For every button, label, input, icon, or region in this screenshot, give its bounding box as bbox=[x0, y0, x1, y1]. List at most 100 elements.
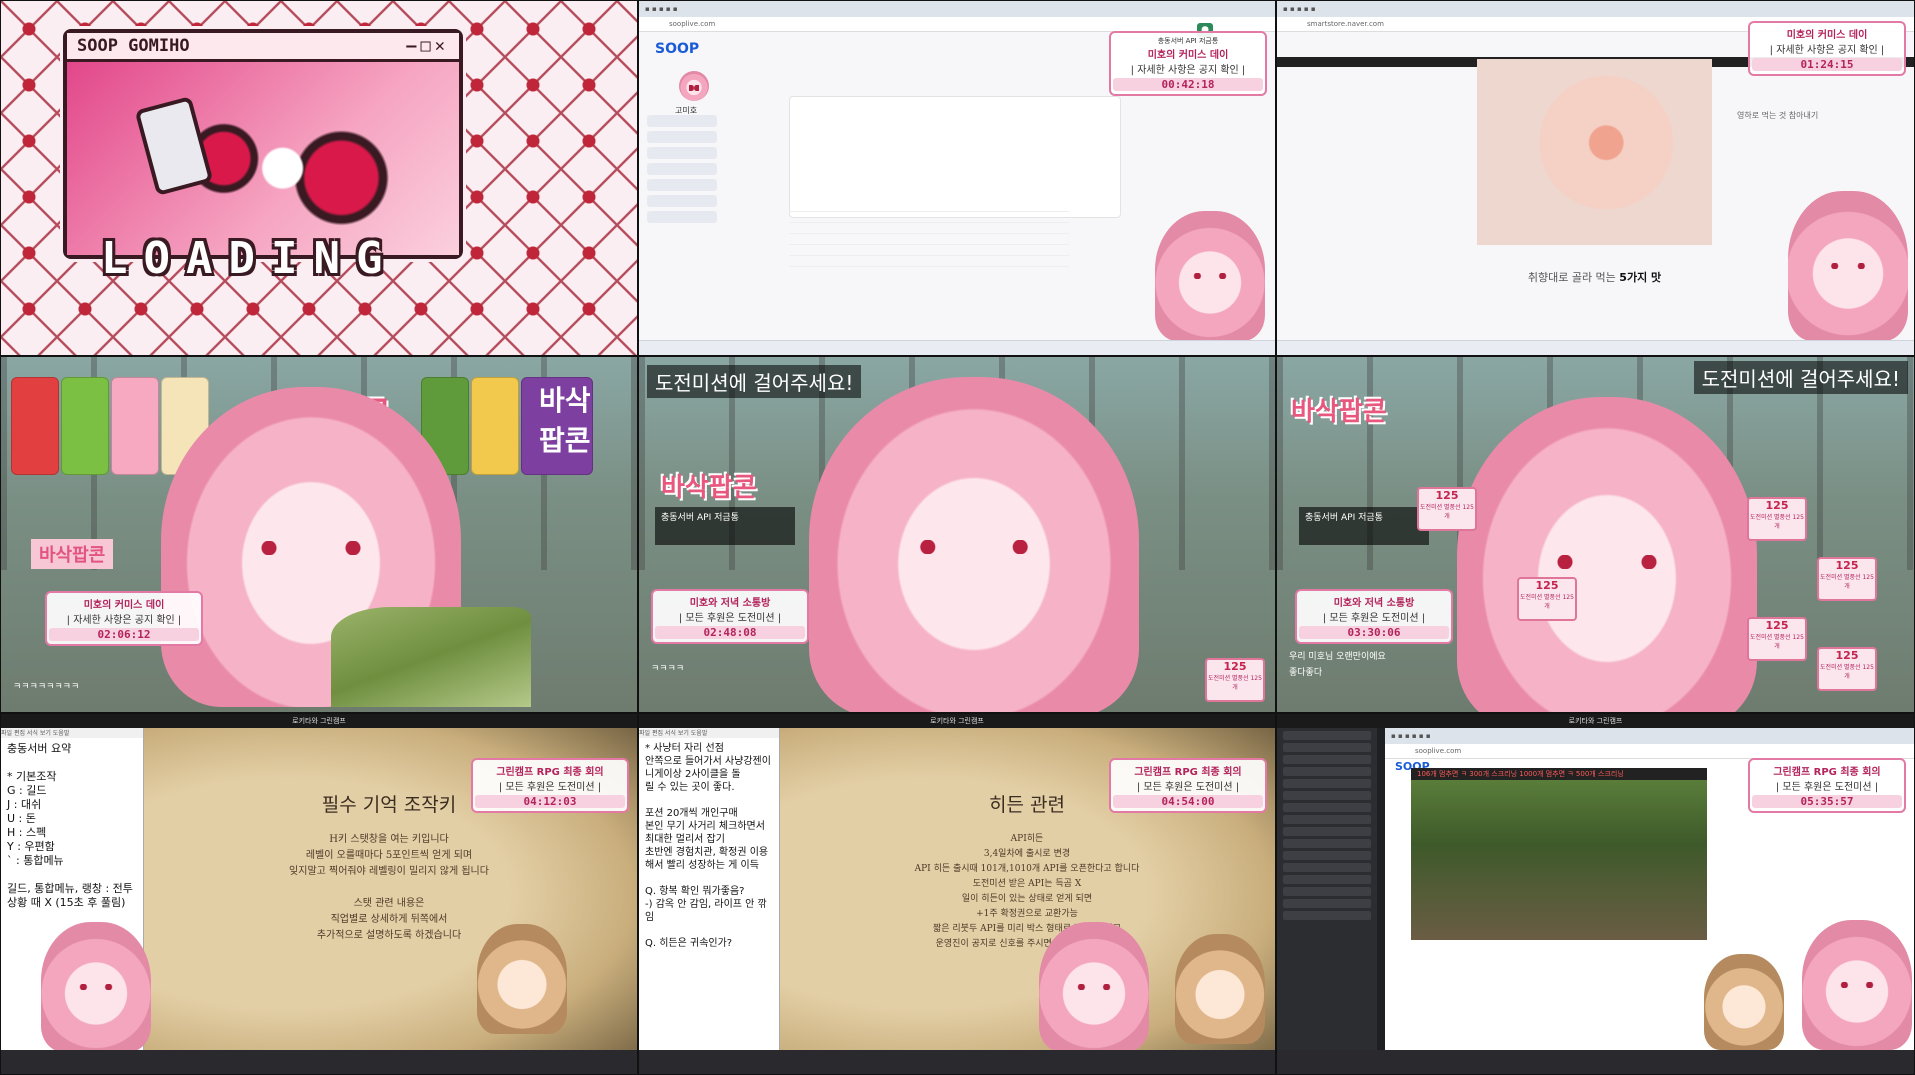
notepad-menu[interactable]: 파일 편집 서식 보기 도움말 bbox=[639, 728, 779, 738]
stream-hud: 미호의 커미스 데이 | 자세한 사항은 공지 확인 | 01:24:15 bbox=[1748, 21, 1906, 76]
savings-label: 충동서버 API 저금통 bbox=[1157, 37, 1219, 45]
chat-message: 우리 미호님 오랜만이에요 bbox=[1289, 652, 1386, 662]
parchment-line: 도전미션 받은 API는 득곰 X bbox=[972, 879, 1082, 889]
hud-title: 미호와 저녁 소통방 bbox=[689, 598, 771, 609]
mission-banner: 도전미션에 걸어주세요! bbox=[1693, 361, 1908, 394]
snack-brand: 바삭 팝콘 bbox=[539, 384, 591, 457]
parchment-line: 스탯 관련 내용은 bbox=[353, 898, 425, 909]
hud-timer: 01:24:15 bbox=[1752, 58, 1902, 71]
parchment-line: 레벨이 오를때마다 5포인트씩 얻게 되며 bbox=[305, 850, 473, 861]
tile-snack-stream: 바삭팝콘 바삭 팝콘 바삭팝콘 미호의 커미스 데이 | 자세한 사항은 공지 … bbox=[0, 356, 638, 713]
hud-timer: 04:12:03 bbox=[475, 795, 625, 808]
stream-hud: 충동서버 API 저금통 미호의 커미스 데이 | 자세한 사항은 공지 확인 … bbox=[1109, 31, 1267, 96]
hud-subtitle: | 모든 후원은 도전미션 | bbox=[498, 782, 602, 793]
parchment-body: API히든 3,4일차에 출시로 변경 API 히든 출시때 101개,1010개 … bbox=[639, 832, 1275, 952]
hud-title: 그린캠프 RPG 최종 회의 bbox=[1773, 767, 1881, 778]
os-taskbar[interactable] bbox=[1, 1050, 637, 1074]
post-card bbox=[789, 96, 1121, 218]
window-controls-icon: —□✕ bbox=[406, 36, 449, 56]
browser-tabs[interactable]: ▪ ▪ ▪ ▪ ▪ bbox=[639, 1, 1275, 17]
address-bar[interactable]: sooplive.com bbox=[1385, 744, 1914, 759]
phone-icon bbox=[134, 95, 214, 197]
parchment-line: 잊지말고 찍어줘야 레벨링이 밀리지 않게 됩니다 bbox=[289, 866, 489, 877]
stream-hud: 미호와 저녁 소통방 | 모든 후원은 도전미션 | 03:30:06 bbox=[1295, 589, 1453, 644]
gift-card: 125 도전미션 별풍선 125개 bbox=[1517, 577, 1577, 621]
gift-card: 125 도전미션 별풍선 125개 bbox=[1747, 617, 1807, 661]
tile-soop-page: ▪ ▪ ▪ ▪ ▪ sooplive.com SOOP 고미호 ● 충동서버 A… bbox=[638, 0, 1276, 356]
video-collage: SOOP GOMIHO —□✕ LOADING ▪ ▪ ▪ ▪ ▪ soopli… bbox=[0, 0, 1915, 1075]
parchment-line: 짧은 리붓두 API를 미리 박스 형태로 받을 수 있고 bbox=[932, 924, 1122, 934]
hud-title: 미호의 커미스 데이 bbox=[1147, 50, 1229, 61]
stream-hud: 미호와 저녁 소통방 | 모든 후원은 도전미션 | 02:48:08 bbox=[651, 589, 809, 644]
os-taskbar[interactable] bbox=[639, 1050, 1275, 1074]
chat-message: ㅋㅋㅋㅋㅋㅋㅋㅋ bbox=[13, 682, 80, 692]
tile-discord-video: 로키타와 그린캠프 ▪ ▪ ▪ ▪ ▪ ▪ sooplive.com SOOP … bbox=[1276, 713, 1915, 1075]
gift-card: 125 도전미션 별풍선 125개 bbox=[1817, 647, 1877, 691]
hud-subtitle: | 모든 후원은 도전미션 | bbox=[1775, 782, 1879, 793]
caption-highlight: 5가지 맛 bbox=[1619, 271, 1662, 284]
savings-label: 충동서버 API 저금통 bbox=[661, 513, 739, 523]
hud-subtitle: | 모든 후원은 도전미션 | bbox=[1136, 782, 1240, 793]
os-taskbar[interactable] bbox=[1277, 340, 1914, 355]
savings-label: 충동서버 API 저금통 bbox=[1305, 513, 1383, 523]
product-caption: 취향대로 골라 먹는 5가지 맛 bbox=[1527, 271, 1662, 284]
parchment-line bbox=[141, 880, 637, 896]
snack-title: 바삭팝콘 bbox=[1291, 397, 1387, 427]
window-title: SOOP GOMIHO bbox=[77, 36, 190, 56]
hud-title: 그린캠프 RPG 최종 회의 bbox=[496, 767, 604, 778]
hud-timer: 04:54:00 bbox=[1113, 795, 1263, 808]
gift-card: 125 도전미션 별풍선 125개 bbox=[1817, 557, 1877, 601]
character-art bbox=[67, 62, 459, 255]
tile-guide-keys: 로키타와 그린캠프 파일 편집 서식 보기 도움말 충동서버 요약 * 기본조작… bbox=[0, 713, 638, 1075]
chat-message: 좋다좋다 bbox=[1289, 668, 1323, 678]
hud-subtitle: | 모든 후원은 도전미션 | bbox=[1322, 613, 1426, 624]
hud-title: 그린캠프 RPG 최종 회의 bbox=[1134, 767, 1242, 778]
guest-avatar bbox=[1175, 934, 1265, 1044]
side-note: 영하로 먹는 것 참아내기 bbox=[1737, 111, 1819, 120]
stream-hud: 미호의 커미스 데이 | 자세한 사항은 공지 확인 | 02:06:12 bbox=[45, 591, 203, 646]
retro-window: SOOP GOMIHO —□✕ bbox=[63, 29, 463, 259]
hud-subtitle: | 자세한 사항은 공지 확인 | bbox=[66, 615, 182, 626]
parchment-line: 직업별로 상세하게 뒤쪽에서 bbox=[330, 914, 448, 925]
hud-subtitle: | 모든 후원은 도전미션 | bbox=[678, 613, 782, 624]
snack-tag: 바삭팝콘 bbox=[31, 539, 114, 569]
parchment-line: 추가적으로 설명하도록 하겠습니다 bbox=[316, 930, 462, 941]
stream-hud: 그린캠프 RPG 최종 회의 | 모든 후원은 도전미션 | 04:54:00 bbox=[1109, 758, 1267, 813]
vtuber-avatar bbox=[1155, 211, 1265, 341]
gift-card: 125 도전미션 별풍선 125개 bbox=[1417, 487, 1477, 531]
os-taskbar[interactable] bbox=[1277, 1050, 1914, 1074]
tile-mission-stream: 도전미션에 걸어주세요! 바삭팝콘 충동서버 API 저금통 미호와 저녁 소통… bbox=[638, 356, 1276, 713]
vtuber-avatar bbox=[41, 922, 151, 1052]
discord-sidebar[interactable] bbox=[1277, 728, 1377, 1050]
stream-hud: 그린캠프 RPG 최종 회의 | 모든 후원은 도전미션 | 05:35:57 bbox=[1748, 758, 1906, 813]
browser-tabs[interactable]: ▪ ▪ ▪ ▪ ▪ ▪ bbox=[1385, 728, 1914, 744]
snack-bag bbox=[111, 377, 159, 475]
game-video[interactable] bbox=[1411, 780, 1707, 940]
sidebar-list[interactable] bbox=[647, 111, 717, 227]
guest-avatar bbox=[477, 924, 567, 1034]
vtuber-character bbox=[809, 377, 1139, 712]
tile-loading-screen: SOOP GOMIHO —□✕ LOADING bbox=[0, 0, 638, 356]
parchment-line: H키 스탯창을 여는 키입니다 bbox=[329, 834, 449, 845]
browser-tabs[interactable]: ▪ ▪ ▪ ▪ ▪ bbox=[1277, 1, 1914, 17]
hud-timer: 03:30:06 bbox=[1299, 626, 1449, 639]
hud-timer: 02:48:08 bbox=[655, 626, 805, 639]
window-titlebar: SOOP GOMIHO —□✕ bbox=[67, 33, 459, 62]
address-bar[interactable]: sooplive.com bbox=[639, 17, 1275, 32]
window-titlebar: 로키타와 그린캠프 bbox=[639, 714, 1275, 728]
soop-logo[interactable]: SOOP bbox=[655, 41, 699, 57]
vtuber-avatar bbox=[1788, 191, 1908, 341]
channel-avatar[interactable] bbox=[679, 71, 709, 101]
board-table bbox=[789, 201, 1069, 267]
window-titlebar: 로키타와 그린캠프 bbox=[1277, 714, 1914, 728]
os-taskbar[interactable] bbox=[639, 340, 1275, 355]
vtuber-avatar bbox=[1039, 922, 1149, 1052]
chat-message: ㅋㅋㅋㅋ bbox=[651, 664, 685, 674]
gift-card: 125 도전미션 별풍선 125개 bbox=[1205, 658, 1265, 702]
snack-bag bbox=[61, 377, 109, 475]
hud-timer: 00:42:18 bbox=[1113, 78, 1263, 91]
parchment-line: 3,4일차에 출시로 변경 bbox=[983, 849, 1071, 859]
tile-gift-stream: 도전미션에 걸어주세요! 바삭팝콘 충동서버 API 저금통 미호와 저녁 소통… bbox=[1276, 356, 1915, 713]
product-image bbox=[1477, 59, 1712, 245]
notepad-menu[interactable]: 파일 편집 서식 보기 도움말 bbox=[1, 728, 143, 738]
